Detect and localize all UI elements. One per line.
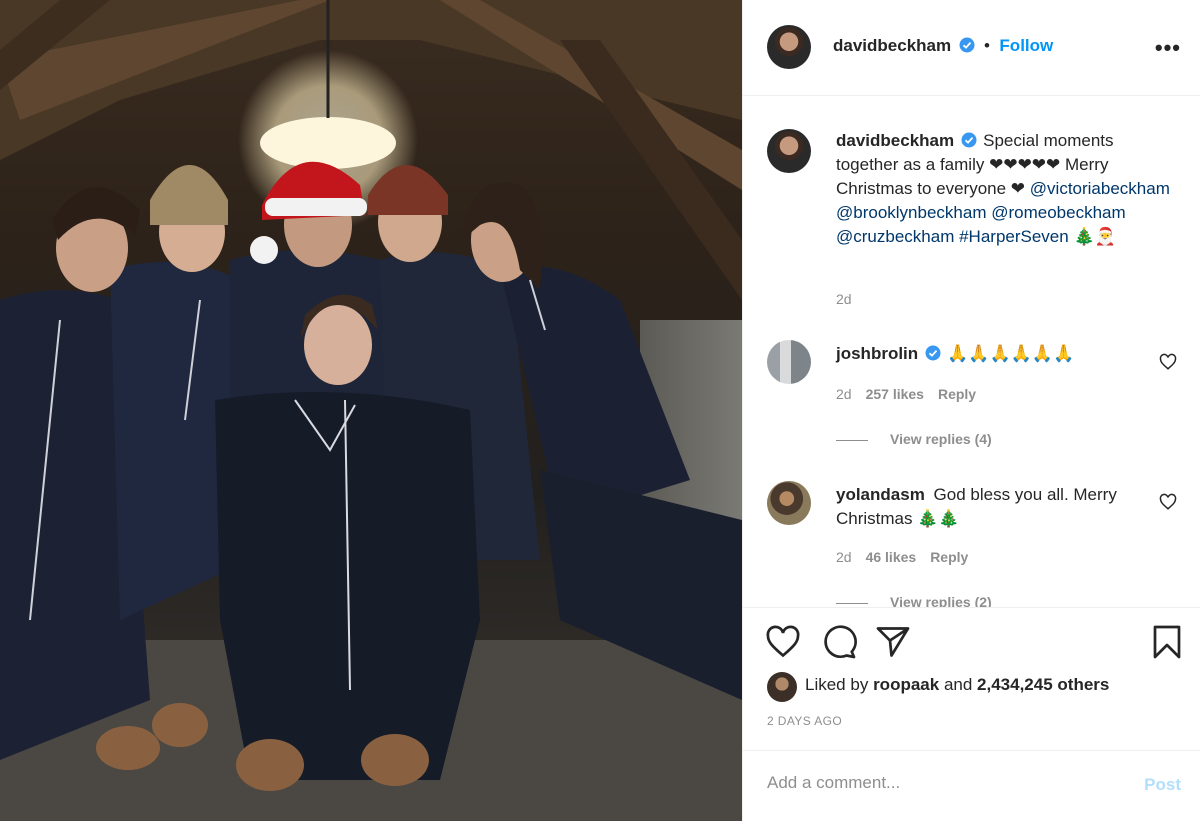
add-comment-bar: Post xyxy=(743,750,1200,821)
mention-cruzbeckham[interactable]: @cruzbeckham xyxy=(836,227,954,246)
post-date[interactable]: 2 DAYS AGO xyxy=(767,714,842,728)
post-side-panel: davidbeckham • Follow ••• davidbeckham S… xyxy=(742,0,1200,821)
action-bar: Liked by roopaak and 2,434,245 others 2 … xyxy=(743,607,1200,757)
mention-victoriabeckham[interactable]: @victoriabeckham xyxy=(1030,179,1170,198)
likes-prefix: Liked by xyxy=(805,675,869,694)
like-heart-icon[interactable] xyxy=(765,624,801,660)
comment-avatar[interactable] xyxy=(767,481,811,525)
likes-count-link[interactable]: 2,434,245 others xyxy=(977,675,1109,694)
verified-badge-icon xyxy=(925,345,941,361)
liker-username[interactable]: roopaak xyxy=(873,675,939,694)
comment-meta: 2d 257 likes Reply xyxy=(836,386,990,402)
author-line: davidbeckham • Follow xyxy=(833,36,1053,56)
likes-middle: and xyxy=(943,675,973,694)
comment-body: 🙏🙏🙏🙏🙏🙏 xyxy=(947,344,1075,363)
comment-text: yolandasm God bless you all. Merry Chris… xyxy=(836,483,1136,531)
family-photo-image xyxy=(0,0,742,821)
comment-likes[interactable]: 46 likes xyxy=(866,549,917,565)
author-username[interactable]: davidbeckham xyxy=(833,36,951,55)
author-avatar[interactable] xyxy=(767,25,811,69)
share-paper-plane-icon[interactable] xyxy=(875,624,911,660)
comment-time[interactable]: 2d xyxy=(836,386,852,402)
likes-summary: Liked by roopaak and 2,434,245 others xyxy=(805,675,1109,695)
comment-time[interactable]: 2d xyxy=(836,549,852,565)
view-replies-line xyxy=(836,439,868,441)
view-replies-label: View replies (2) xyxy=(890,594,992,607)
follow-button[interactable]: Follow xyxy=(999,36,1053,55)
comment-like-heart-icon[interactable] xyxy=(1159,493,1177,511)
comment-username[interactable]: yolandasm xyxy=(836,485,925,504)
caption-emoji: 🎄🎅 xyxy=(1073,227,1116,246)
caption-time[interactable]: 2d xyxy=(836,291,852,307)
more-options-icon[interactable]: ••• xyxy=(1155,35,1181,61)
mention-romeobeckham[interactable]: @romeobeckham xyxy=(991,203,1125,222)
save-bookmark-icon[interactable] xyxy=(1149,624,1185,660)
comments-section[interactable]: davidbeckham Special moments together as… xyxy=(743,97,1200,607)
caption-text: davidbeckham Special moments together as… xyxy=(836,129,1176,249)
post-header: davidbeckham • Follow ••• xyxy=(743,0,1200,96)
caption-avatar[interactable] xyxy=(767,129,811,173)
liker-avatar[interactable] xyxy=(767,672,797,702)
caption-username[interactable]: davidbeckham xyxy=(836,131,954,150)
post-comment-button[interactable]: Post xyxy=(1144,775,1181,795)
comment-meta: 2d 46 likes Reply xyxy=(836,549,982,565)
verified-badge-icon xyxy=(961,132,977,148)
view-replies-line xyxy=(836,602,868,604)
view-replies-button[interactable]: View replies (2) xyxy=(836,594,992,607)
view-replies-button[interactable]: View replies (4) xyxy=(836,431,992,447)
hashtag-harperseven[interactable]: #HarperSeven xyxy=(959,227,1069,246)
comment-likes[interactable]: 257 likes xyxy=(866,386,924,402)
verified-badge-icon xyxy=(959,37,975,53)
comment-text: joshbrolin 🙏🙏🙏🙏🙏🙏 xyxy=(836,342,1176,366)
comment-bubble-icon[interactable] xyxy=(821,624,857,660)
mention-brooklynbeckham[interactable]: @brooklynbeckham xyxy=(836,203,987,222)
comment-avatar[interactable] xyxy=(767,340,811,384)
comment-input[interactable] xyxy=(767,773,1107,793)
comment-reply-button[interactable]: Reply xyxy=(930,549,968,565)
post-photo[interactable] xyxy=(0,0,742,821)
comment-username[interactable]: joshbrolin xyxy=(836,344,918,363)
comment-like-heart-icon[interactable] xyxy=(1159,353,1177,371)
comment-reply-button[interactable]: Reply xyxy=(938,386,976,402)
separator-dot: • xyxy=(984,36,990,55)
view-replies-label: View replies (4) xyxy=(890,431,992,447)
